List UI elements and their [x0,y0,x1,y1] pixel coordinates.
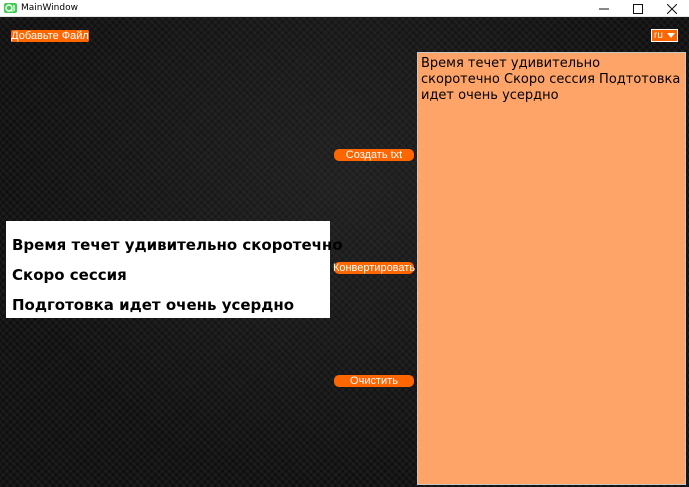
chevron-down-icon [666,32,675,39]
minimize-icon [599,8,609,9]
image-text-line: Скоро сессия [12,266,127,284]
language-select[interactable]: ru [651,29,678,42]
add-file-button[interactable]: Добавьте Файл [11,30,89,42]
qt-app-icon [4,2,18,14]
create-txt-button[interactable]: Создать txt [334,149,414,161]
window-title: MainWindow [21,3,78,13]
output-text-area[interactable]: Время течет удивительно скоротечно Скоро… [417,52,686,485]
clear-button[interactable]: Очистить [334,375,414,387]
image-text-line: Время течет удивительно скоротечно [12,236,343,254]
window-controls [587,0,689,17]
main-window-area: Добавьте Файл ru Время течет удивительно… [0,18,689,487]
language-value: ru [654,30,663,41]
image-preview: Время течет удивительно скоротечно Скоро… [6,221,343,318]
close-icon [667,3,677,14]
minimize-button[interactable] [587,0,621,17]
image-text-line: Подготовка идет очень усердно [12,296,295,314]
convert-button[interactable]: Конвертировать [333,262,415,274]
title-bar: MainWindow [0,0,689,17]
close-button[interactable] [655,0,689,17]
maximize-button[interactable] [621,0,655,17]
maximize-icon [633,3,643,14]
